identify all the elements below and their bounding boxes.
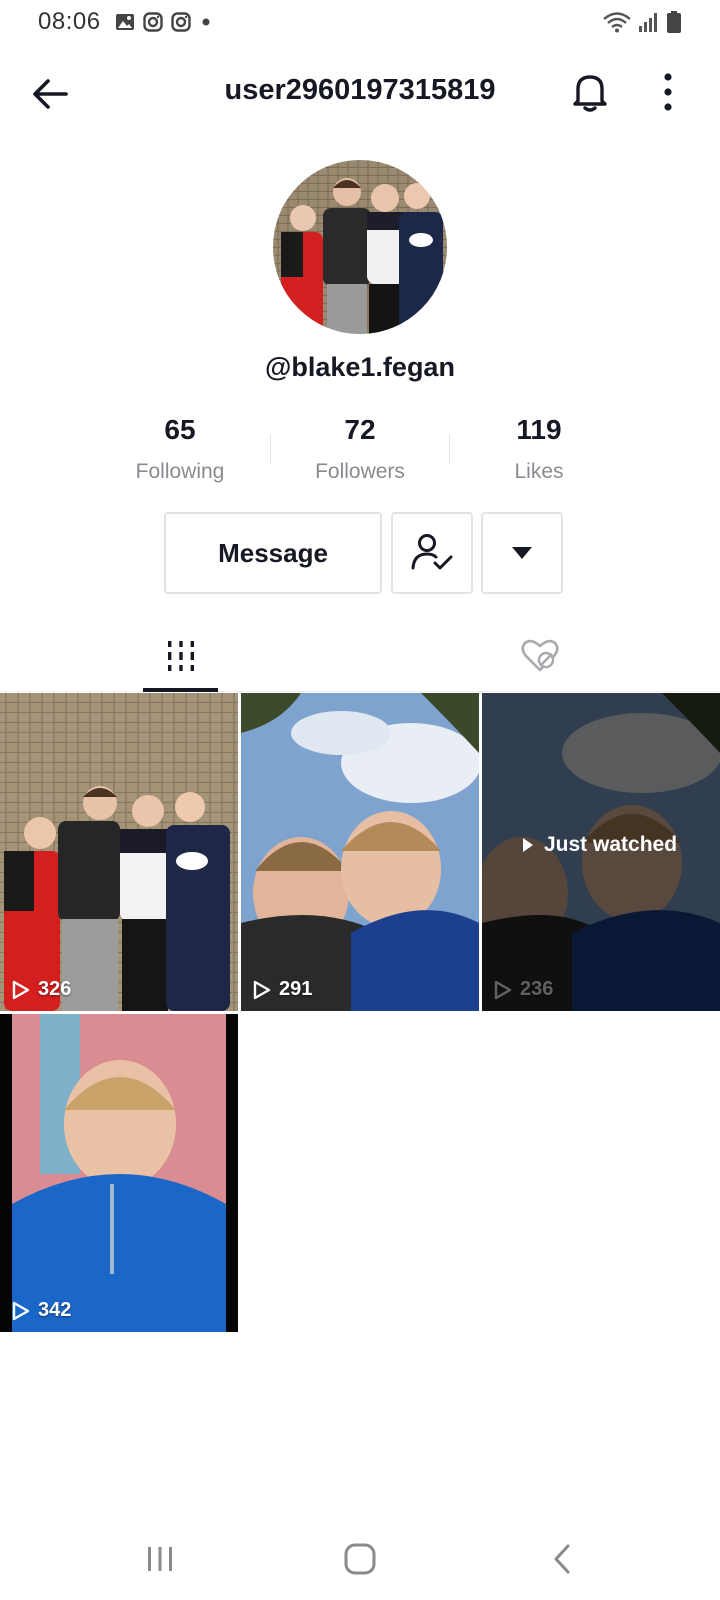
battery-icon — [667, 11, 681, 33]
recents-icon — [148, 1547, 172, 1571]
bell-icon — [573, 75, 607, 112]
back-icon — [554, 1544, 570, 1574]
active-tab-indicator — [143, 688, 218, 692]
view-count: 342 — [12, 1299, 71, 1322]
system-nav-bar — [0, 1520, 720, 1600]
stat-label: Following — [135, 460, 225, 483]
system-back-button[interactable] — [532, 1534, 592, 1584]
user-check-icon — [411, 534, 453, 570]
more-vertical-icon — [664, 73, 672, 111]
notification-icons — [115, 12, 213, 32]
stat-likes[interactable]: 119 Likes — [459, 414, 619, 484]
stat-divider — [449, 434, 450, 464]
stat-followers[interactable]: 72 Followers — [280, 414, 440, 484]
stat-value: 65 — [164, 414, 196, 445]
notifications-button[interactable] — [568, 70, 612, 114]
gallery-icon — [115, 14, 134, 30]
thumbnail-image — [0, 693, 238, 1011]
stat-divider — [270, 434, 271, 464]
stat-label: Followers — [315, 460, 405, 483]
message-button[interactable]: Message — [164, 512, 382, 594]
view-count: 236 — [494, 978, 553, 1001]
play-outline-icon — [12, 1301, 30, 1320]
play-outline-icon — [253, 980, 271, 999]
home-button[interactable] — [330, 1534, 390, 1584]
video-thumbnail[interactable]: Just watched 236 — [482, 693, 720, 1011]
just-watched-label: Just watched — [522, 833, 677, 857]
signal-icon — [639, 13, 657, 32]
stat-value: 119 — [516, 414, 562, 445]
stat-label: Likes — [514, 460, 564, 483]
view-count-value: 342 — [38, 1299, 72, 1321]
thumbnail-image — [0, 1014, 238, 1332]
tab-videos[interactable] — [143, 620, 218, 692]
dot-icon — [202, 18, 210, 26]
avatar[interactable] — [273, 160, 447, 334]
recents-button[interactable] — [130, 1534, 190, 1584]
status-bar: 08:06 — [0, 0, 720, 44]
caret-down-icon — [512, 547, 532, 559]
view-count-value: 326 — [38, 978, 72, 1000]
stat-value: 72 — [344, 414, 376, 445]
page-title: user2960197315819 — [224, 74, 496, 106]
just-watched-text: Just watched — [544, 833, 678, 856]
profile-tabs — [0, 620, 720, 692]
instagram-icon — [170, 12, 191, 32]
play-outline-icon — [12, 980, 30, 999]
profile-handle: @blake1.fegan — [265, 352, 455, 382]
video-thumbnail[interactable]: 342 — [0, 1014, 238, 1332]
tab-liked[interactable] — [502, 620, 577, 692]
play-outline-icon — [494, 980, 512, 999]
instagram-icon — [142, 12, 163, 32]
view-count: 326 — [12, 978, 71, 1001]
profile-header: user2960197315819 — [0, 52, 720, 132]
view-count-value: 236 — [520, 978, 554, 1000]
view-count: 291 — [253, 978, 312, 1001]
thumbnail-image — [241, 693, 479, 1011]
suggested-accounts-button[interactable] — [481, 512, 563, 594]
view-count-value: 291 — [279, 978, 313, 1000]
avatar-photo — [273, 160, 447, 334]
status-time: 08:06 — [38, 8, 101, 35]
heart-hidden-icon — [520, 639, 559, 672]
video-thumbnail[interactable]: 291 — [241, 693, 479, 1011]
stat-following[interactable]: 65 Following — [100, 414, 260, 484]
system-icons — [602, 10, 682, 34]
profile-stats: 65 Following 72 Followers 119 Likes — [0, 414, 720, 484]
home-icon — [344, 1543, 376, 1575]
friends-button[interactable] — [391, 512, 473, 594]
play-icon — [523, 838, 533, 852]
video-thumbnail[interactable]: 326 — [0, 693, 238, 1011]
more-options-button[interactable] — [650, 70, 686, 114]
wifi-icon — [603, 12, 631, 33]
grid-icon — [167, 641, 194, 671]
